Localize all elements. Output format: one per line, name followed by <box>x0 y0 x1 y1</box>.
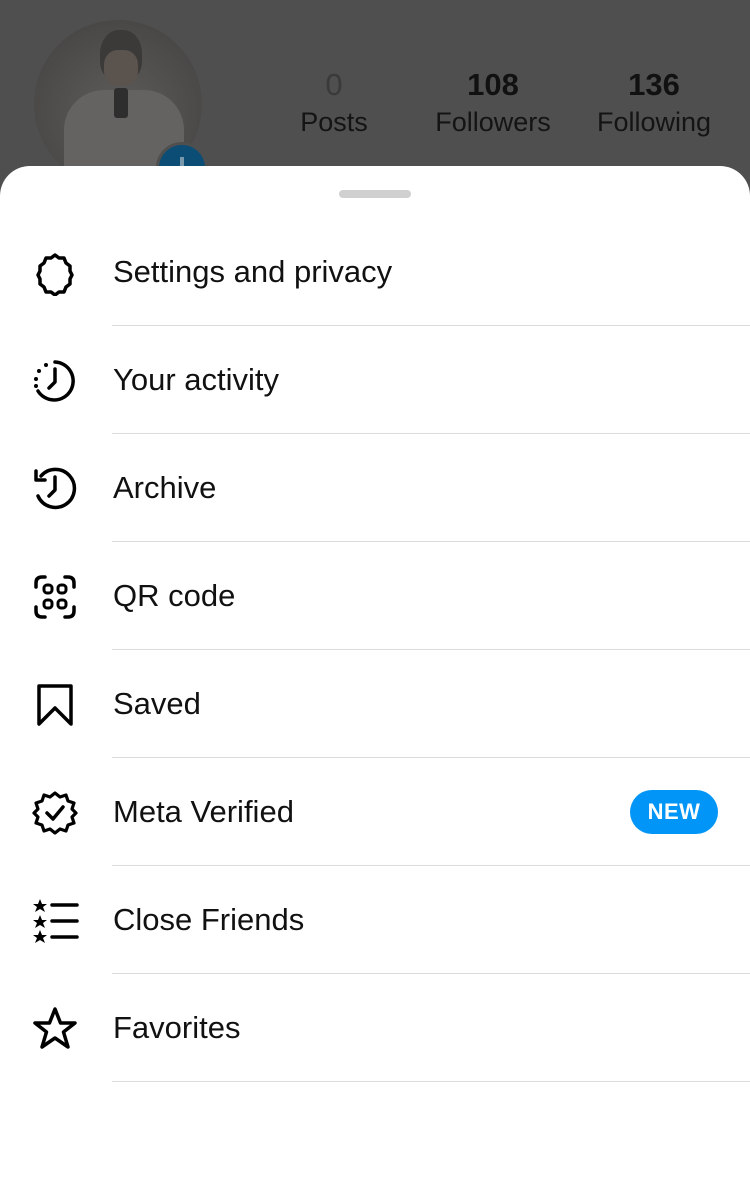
archive-history-icon <box>30 466 80 512</box>
menu-item-label: Saved <box>113 686 201 721</box>
bottom-sheet-menu: Settings and privacy Your activity Archi… <box>0 166 750 1190</box>
menu-item-saved[interactable]: Saved <box>0 650 750 758</box>
stat-followers: 108 Followers <box>413 66 573 140</box>
sheet-drag-handle[interactable] <box>339 190 411 198</box>
menu-item-label: Close Friends <box>113 902 305 937</box>
posts-label: Posts <box>300 107 368 137</box>
menu-item-label: Your activity <box>113 362 279 397</box>
menu-item-meta-verified[interactable]: Meta Verified NEW <box>0 758 750 866</box>
menu-item-label: Meta Verified <box>113 794 294 829</box>
menu-item-your-activity[interactable]: Your activity <box>0 326 750 434</box>
menu-item-close-friends[interactable]: Close Friends <box>0 866 750 974</box>
stat-posts: 0 Posts <box>254 66 414 140</box>
new-badge: NEW <box>630 790 718 834</box>
divider <box>112 1081 750 1082</box>
star-icon <box>30 1006 80 1052</box>
verified-badge-icon <box>30 790 80 836</box>
followers-label: Followers <box>435 107 551 137</box>
stat-following: 136 Following <box>574 66 734 140</box>
menu-item-label: Favorites <box>113 1010 241 1045</box>
menu-item-favorites[interactable]: Favorites <box>0 974 750 1082</box>
posts-count: 0 <box>325 67 343 102</box>
menu-list: Settings and privacy Your activity Archi… <box>0 218 750 1082</box>
menu-item-label: Settings and privacy <box>113 254 393 289</box>
settings-gear-icon <box>30 250 80 296</box>
qr-code-icon <box>30 574 80 620</box>
menu-item-settings-and-privacy[interactable]: Settings and privacy <box>0 218 750 326</box>
activity-clock-icon <box>30 358 80 404</box>
menu-item-archive[interactable]: Archive <box>0 434 750 542</box>
close-friends-list-icon <box>30 898 80 944</box>
menu-item-label: Archive <box>113 470 217 505</box>
followers-count: 108 <box>467 67 519 102</box>
following-count: 136 <box>628 67 680 102</box>
following-label: Following <box>596 107 712 137</box>
menu-item-label: QR code <box>113 578 236 613</box>
menu-item-qr-code[interactable]: QR code <box>0 542 750 650</box>
bookmark-icon <box>30 682 80 728</box>
